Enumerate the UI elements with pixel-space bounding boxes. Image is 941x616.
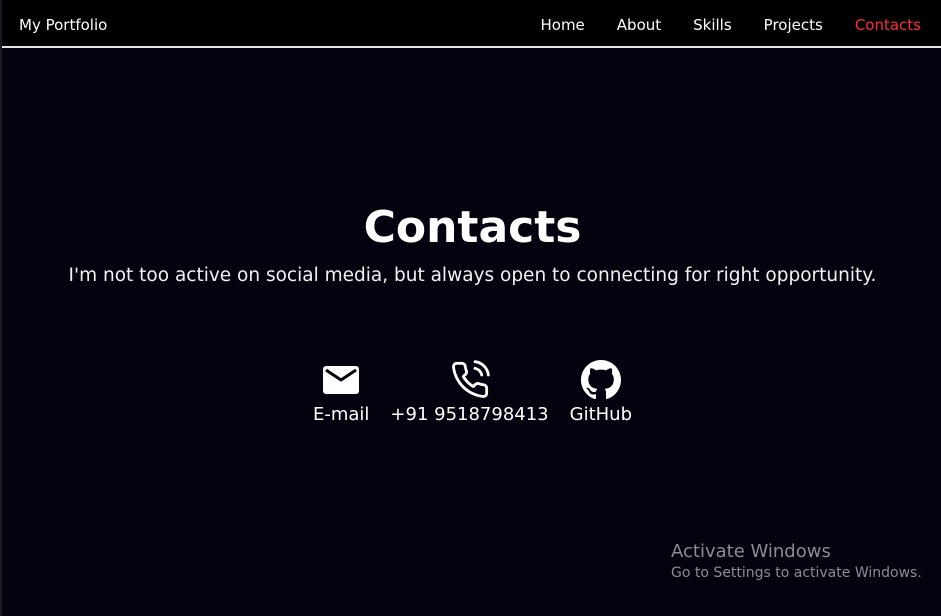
email-link[interactable]: E-mail (313, 358, 369, 427)
phone-icon (450, 358, 490, 402)
phone-link[interactable]: +91 9518798413 (390, 358, 549, 427)
mail-icon (323, 358, 360, 402)
github-icon (580, 358, 621, 402)
contact-list: E-mail +91 9518798413 GitHub (2, 358, 941, 427)
nav-link-about[interactable]: About (617, 15, 661, 35)
page: My Portfolio Home About Skills Projects … (0, 0, 941, 616)
nav-link-skills[interactable]: Skills (693, 15, 732, 35)
brand-link[interactable]: My Portfolio (19, 15, 107, 35)
navbar: My Portfolio Home About Skills Projects … (2, 0, 941, 48)
email-label: E-mail (312, 404, 370, 425)
watermark-subtitle: Go to Settings to activate Windows. (671, 565, 922, 581)
phone-label: +91 9518798413 (390, 404, 549, 425)
activation-watermark: Activate Windows Go to Settings to activ… (671, 540, 922, 582)
nav-list: Home About Skills Projects Contacts (508, 15, 921, 35)
nav-link-contacts[interactable]: Contacts (855, 15, 921, 35)
page-subtitle: I'm not too active on social media, but … (68, 265, 877, 286)
github-label: GitHub (569, 404, 633, 425)
nav-link-projects[interactable]: Projects (764, 15, 823, 35)
watermark-title: Activate Windows (671, 541, 831, 562)
page-title: Contacts (363, 202, 582, 253)
nav-link-home[interactable]: Home (540, 15, 584, 35)
github-link[interactable]: GitHub (570, 358, 632, 427)
